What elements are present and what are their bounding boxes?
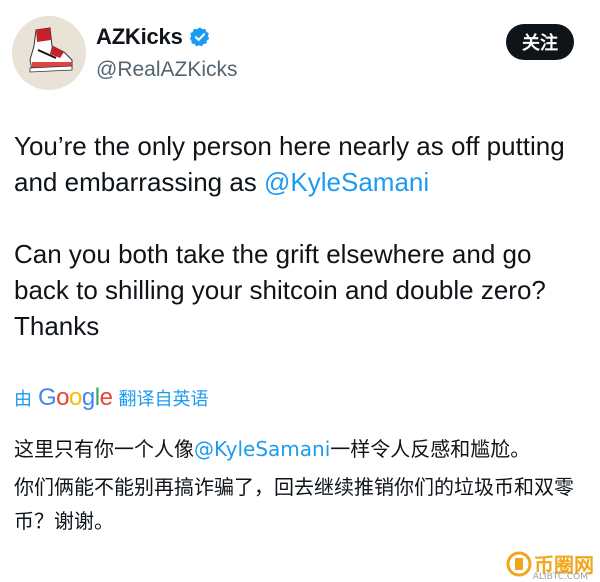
watermark-subtext: ALIBTC.COM — [532, 572, 588, 582]
tweet-paragraph-2: Can you both take the grift elsewhere an… — [14, 239, 546, 341]
translated-p1-before: 这里只有你一个人像 — [14, 437, 194, 461]
verified-badge-icon — [189, 27, 209, 47]
watermark-logo-icon — [506, 551, 532, 576]
translated-mention-link[interactable]: @KyleSamani — [194, 437, 330, 461]
tweet-text: You’re the only person here nearly as of… — [14, 128, 586, 344]
translated-p1-after: 一样令人反感和尴尬。 — [330, 437, 531, 461]
site-watermark: 币圈网 ALIBTC.COM — [504, 549, 594, 582]
translation-attribution[interactable]: 由 Google 翻译自英语 — [14, 384, 208, 412]
translated-paragraph-2: 你们俩能不能别再搞诈骗了，回去继续推销你们的垃圾币和双零币？谢谢。 — [14, 475, 574, 533]
display-name[interactable]: AZKicks — [96, 24, 183, 50]
tweet-paragraph-1: You’re the only person here nearly as of… — [14, 128, 586, 200]
mention-link[interactable]: @KyleSamani — [264, 167, 429, 197]
sneaker-avatar-icon — [12, 16, 86, 90]
translated-paragraph-1: 这里只有你一个人像@KyleSamani一样令人反感和尴尬。 — [14, 432, 586, 466]
translated-by-prefix: 由 — [14, 389, 32, 410]
tweet-header: AZKicks @RealAZKicks 关注 — [12, 14, 588, 94]
user-handle[interactable]: @RealAZKicks — [96, 58, 238, 82]
follow-button[interactable]: 关注 — [506, 24, 574, 60]
translated-from-suffix: 翻译自英语 — [118, 389, 209, 410]
name-row: AZKicks — [96, 24, 211, 50]
google-logo: Google — [38, 384, 113, 411]
translated-text: 这里只有你一个人像@KyleSamani一样令人反感和尴尬。 你们俩能不能别再搞… — [14, 432, 586, 542]
avatar[interactable] — [12, 16, 86, 90]
